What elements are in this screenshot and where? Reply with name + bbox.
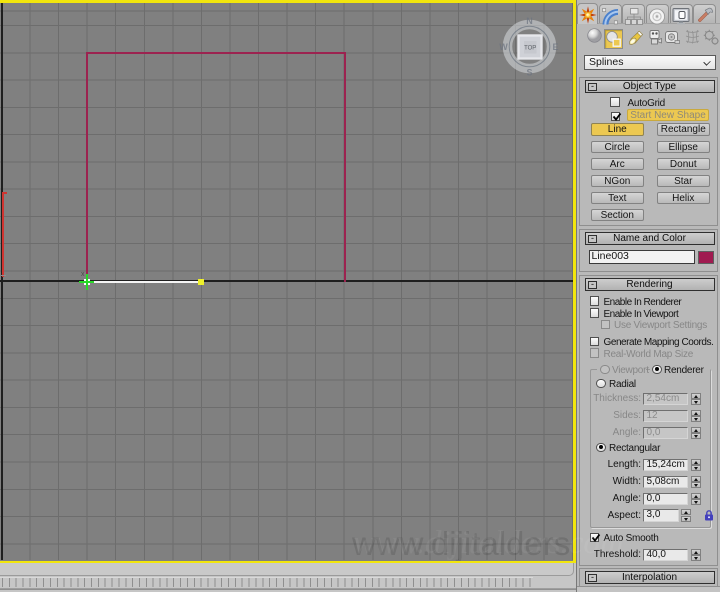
svg-text:W: W	[499, 42, 508, 52]
svg-text:E: E	[552, 42, 558, 52]
svg-text:N: N	[526, 16, 533, 26]
svg-text:S: S	[526, 67, 532, 77]
svg-text:TOP: TOP	[524, 45, 536, 51]
